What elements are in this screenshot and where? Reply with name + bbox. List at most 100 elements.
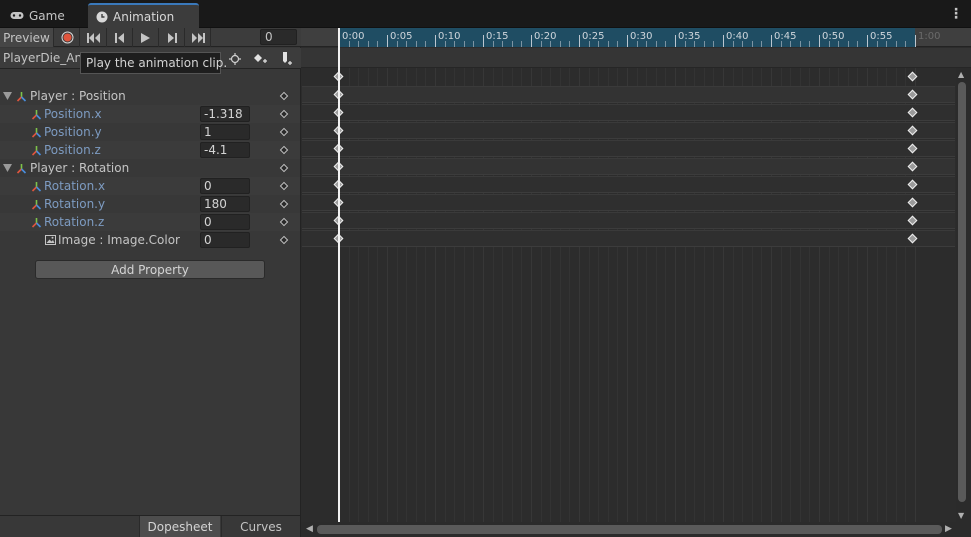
clip-selector[interactable]: PlayerDie_Ani (3, 51, 85, 65)
property-label: Position.y (44, 125, 102, 139)
property-row-rotation-x[interactable]: Rotation.x 0 (0, 177, 300, 195)
horizontal-scroll-thumb[interactable] (317, 525, 942, 534)
property-value-field[interactable]: 1 (200, 124, 250, 140)
property-row-position-y[interactable]: Position.y 1 (0, 123, 300, 141)
ruler-major-tick (723, 35, 724, 47)
keyframe-track[interactable] (302, 176, 955, 193)
property-label: Position.z (44, 143, 101, 157)
property-value-field[interactable]: 0 (200, 232, 250, 248)
ruler-major-tick (867, 35, 868, 47)
keyframe-track[interactable] (302, 122, 955, 139)
keyframe-track[interactable] (302, 86, 955, 103)
keyframe-track[interactable] (302, 158, 955, 175)
property-group-position[interactable]: Player : Position (0, 87, 300, 105)
scroll-down-icon[interactable]: ▼ (958, 511, 964, 520)
ruler-minor-tick (905, 41, 907, 47)
property-row-rotation-y[interactable]: Rotation.y 180 (0, 195, 300, 213)
keyframe-toggle-icon[interactable] (279, 127, 289, 137)
first-keyframe-button[interactable] (81, 28, 107, 47)
transform-icon (16, 164, 27, 174)
horizontal-scrollbar[interactable]: ◀ ▶ (301, 522, 971, 537)
property-row-position-x[interactable]: Position.x -1.318 (0, 105, 300, 123)
previous-keyframe-button[interactable] (107, 28, 133, 47)
foldout-triangle-icon[interactable] (3, 164, 12, 172)
add-property-button[interactable]: Add Property (35, 260, 265, 279)
ruler-minor-tick (588, 41, 590, 47)
ruler-minor-tick (895, 41, 897, 47)
add-event-icon (282, 51, 292, 65)
ruler-minor-tick (607, 41, 609, 47)
keyframe-toggle-icon[interactable] (279, 199, 289, 209)
keyframe-toggle-icon[interactable] (279, 163, 289, 173)
keyframe-track[interactable] (302, 194, 955, 211)
gamepad-icon (10, 12, 24, 19)
scroll-right-icon[interactable]: ▶ (945, 524, 952, 534)
keyframe-track[interactable] (302, 230, 955, 247)
ruler-time-label: 0:25 (582, 31, 605, 42)
property-value-field[interactable]: -1.318 (200, 106, 250, 122)
tab-curves[interactable]: Curves (221, 516, 300, 537)
ruler-minor-tick (521, 41, 523, 47)
scroll-left-icon[interactable]: ◀ (306, 524, 313, 534)
next-keyframe-button[interactable] (159, 28, 185, 47)
keyframe-toggle-icon[interactable] (279, 181, 289, 191)
last-key-icon (191, 32, 205, 43)
property-row-rotation-z[interactable]: Rotation.z 0 (0, 213, 300, 231)
ruler-minor-tick (694, 41, 696, 47)
keyframe-toggle-icon[interactable] (279, 145, 289, 155)
vertical-scroll-thumb[interactable] (958, 82, 966, 502)
transform-icon (31, 110, 42, 120)
property-value-field[interactable]: 0 (200, 214, 250, 230)
property-value-field[interactable]: 0 (200, 178, 250, 194)
property-label: Position.x (44, 107, 102, 121)
kebab-menu-icon[interactable]: ⋮ (949, 6, 963, 22)
playhead-cursor[interactable] (338, 28, 340, 522)
keyframe-track[interactable] (302, 104, 955, 121)
ruler-minor-tick (550, 41, 552, 47)
tab-game-label: Game (29, 8, 65, 23)
property-group-rotation[interactable]: Player : Rotation (0, 159, 300, 177)
ruler-minor-tick (425, 41, 427, 47)
ruler-major-tick (771, 35, 772, 47)
keyframe-toggle-icon[interactable] (279, 217, 289, 227)
keyframe-toggle-icon[interactable] (279, 109, 289, 119)
property-row-image-color[interactable]: Image : Image.Color 0 (0, 231, 300, 249)
keyframe-toggle-icon[interactable] (279, 91, 289, 101)
preview-button[interactable]: Preview (0, 28, 54, 47)
scroll-up-icon[interactable]: ▲ (958, 70, 964, 79)
keyframe-track[interactable] (302, 212, 955, 229)
add-event-button[interactable] (274, 48, 299, 69)
dopesheet-timeline[interactable]: 0:00 0:05 0:10 0:15 0:20 0:25 0:30 0:35 0:40 0:45… (301, 28, 971, 537)
time-ruler[interactable]: 0:00 0:05 0:10 0:15 0:20 0:25 0:30 0:35 0:40 0:45… (301, 28, 971, 47)
play-button[interactable] (133, 28, 159, 47)
ruler-major-tick (483, 35, 484, 47)
frame-input[interactable]: 0 (260, 29, 297, 45)
tab-game[interactable]: Game (2, 3, 86, 28)
ruler-minor-tick (790, 41, 792, 47)
ruler-minor-tick (511, 41, 513, 47)
add-keyframe-button[interactable] (247, 48, 272, 69)
record-button[interactable] (55, 28, 80, 47)
vertical-scrollbar[interactable]: ▲ ▼ (956, 68, 971, 522)
ruler-minor-tick (838, 41, 840, 47)
property-value-field[interactable]: -4.1 (200, 142, 250, 158)
ruler-minor-tick (761, 41, 763, 47)
foldout-triangle-icon[interactable] (3, 92, 12, 100)
keyframe-toggle-icon[interactable] (279, 235, 289, 245)
tab-dopesheet[interactable]: Dopesheet (139, 516, 220, 537)
view-mode-tabs: Dopesheet Curves (0, 515, 300, 537)
property-row-position-z[interactable]: Position.z -4.1 (0, 141, 300, 159)
keyframe-track[interactable] (302, 140, 955, 157)
ruler-minor-tick (646, 41, 648, 47)
record-icon (61, 31, 73, 44)
property-value-field[interactable]: 180 (200, 196, 250, 212)
ruler-time-label: 0:30 (630, 31, 653, 42)
ruler-minor-tick (780, 41, 782, 47)
ruler-time-label: 0:10 (438, 31, 461, 42)
ruler-time-label: 0:00 (342, 31, 365, 42)
event-track[interactable] (301, 48, 971, 68)
ruler-time-label: 0:15 (486, 31, 509, 42)
last-keyframe-button[interactable] (185, 28, 211, 47)
tab-animation[interactable]: Animation (88, 3, 199, 28)
next-key-icon (167, 32, 177, 43)
